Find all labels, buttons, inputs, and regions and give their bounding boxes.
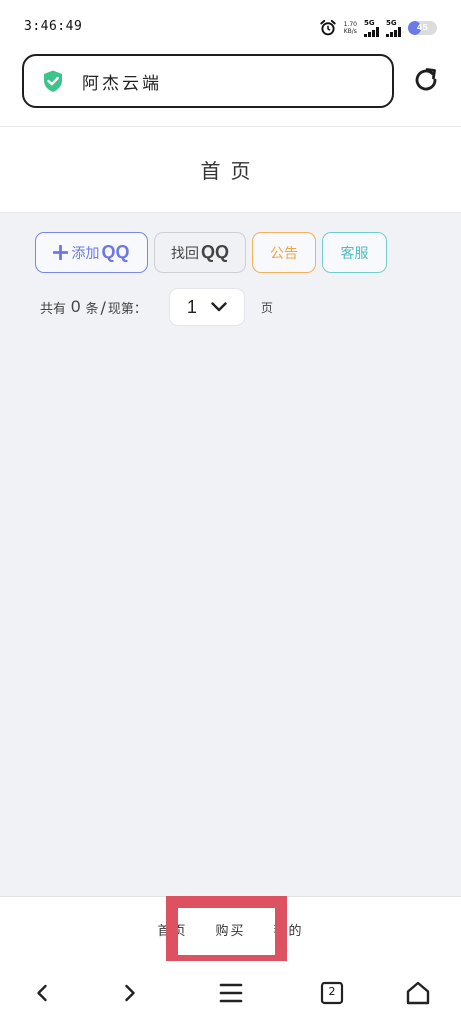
address-bar[interactable]: 阿杰云端 bbox=[22, 54, 394, 108]
tab-count: 2 bbox=[328, 985, 336, 998]
add-qq-label: 添加 bbox=[71, 245, 100, 262]
site-tab-bar: 首页 购买 我的 bbox=[0, 896, 461, 961]
tab-buy[interactable]: 购买 bbox=[215, 920, 245, 939]
home-icon[interactable] bbox=[404, 979, 432, 1007]
add-qq-button[interactable]: 添加 QQ bbox=[35, 232, 148, 273]
sim2-label: 5G bbox=[386, 19, 397, 27]
pager-mid: 条 bbox=[85, 301, 99, 317]
pagination: 共有 0 条 / 现第： 1 页 bbox=[40, 288, 273, 326]
sim1-label: 5G bbox=[364, 19, 375, 27]
site-name: 阿杰云端 bbox=[82, 73, 162, 94]
net-speed-unit: KB/s bbox=[343, 28, 357, 35]
battery-icon: 45 bbox=[408, 21, 437, 35]
notice-label: 公告 bbox=[270, 245, 298, 262]
find-qq-button[interactable]: 找回 QQ bbox=[154, 232, 246, 273]
pager-unit: 页 bbox=[260, 300, 273, 315]
battery-level: 45 bbox=[416, 23, 429, 32]
sim2-signal: 5G bbox=[386, 19, 401, 37]
tabs-button[interactable]: 2 bbox=[318, 979, 346, 1007]
pager-slash: / bbox=[100, 297, 106, 317]
status-bar: 3:46:49 1.70 KB/s 5G 5G 45 bbox=[0, 0, 461, 50]
page-header: 首页 bbox=[0, 126, 461, 213]
status-time: 3:46:49 bbox=[24, 19, 83, 34]
pager-current-label: 现第： bbox=[107, 301, 147, 317]
menu-icon[interactable] bbox=[217, 979, 245, 1007]
notice-button[interactable]: 公告 bbox=[252, 232, 316, 273]
status-icons: 1.70 KB/s 5G 5G 45 bbox=[319, 17, 437, 39]
signal-icon bbox=[386, 27, 401, 37]
tab-home[interactable]: 首页 bbox=[157, 920, 187, 939]
customer-service-button[interactable]: 客服 bbox=[322, 232, 387, 273]
net-speed-value: 1.70 bbox=[343, 21, 357, 28]
find-qq-label: 找回 bbox=[170, 245, 199, 262]
customer-service-label: 客服 bbox=[340, 245, 369, 262]
total-count: 0 bbox=[71, 297, 81, 316]
signal-icon bbox=[364, 27, 379, 37]
browser-toolbar: 阿杰云端 bbox=[0, 50, 461, 126]
forward-icon[interactable] bbox=[116, 979, 144, 1007]
alarm-icon bbox=[319, 19, 336, 36]
sim1-signal: 5G bbox=[364, 19, 379, 37]
net-speed: 1.70 KB/s bbox=[344, 21, 357, 35]
add-qq-suffix: QQ bbox=[101, 242, 130, 262]
chevron-down-icon bbox=[211, 302, 227, 312]
back-icon[interactable] bbox=[28, 979, 56, 1007]
pager-prefix: 共有 bbox=[40, 301, 67, 317]
tab-mine[interactable]: 我的 bbox=[274, 920, 304, 939]
find-qq-suffix: QQ bbox=[200, 242, 229, 262]
page-title: 首页 bbox=[200, 159, 261, 183]
reload-icon[interactable] bbox=[411, 65, 441, 95]
shield-check-icon bbox=[44, 70, 62, 92]
plus-icon bbox=[53, 245, 69, 260]
page-select-value: 1 bbox=[186, 296, 197, 317]
browser-nav-bar: 2 bbox=[0, 961, 461, 1024]
page-select[interactable]: 1 bbox=[168, 288, 245, 326]
action-buttons: 添加 QQ 找回 QQ 公告 客服 bbox=[35, 232, 387, 273]
